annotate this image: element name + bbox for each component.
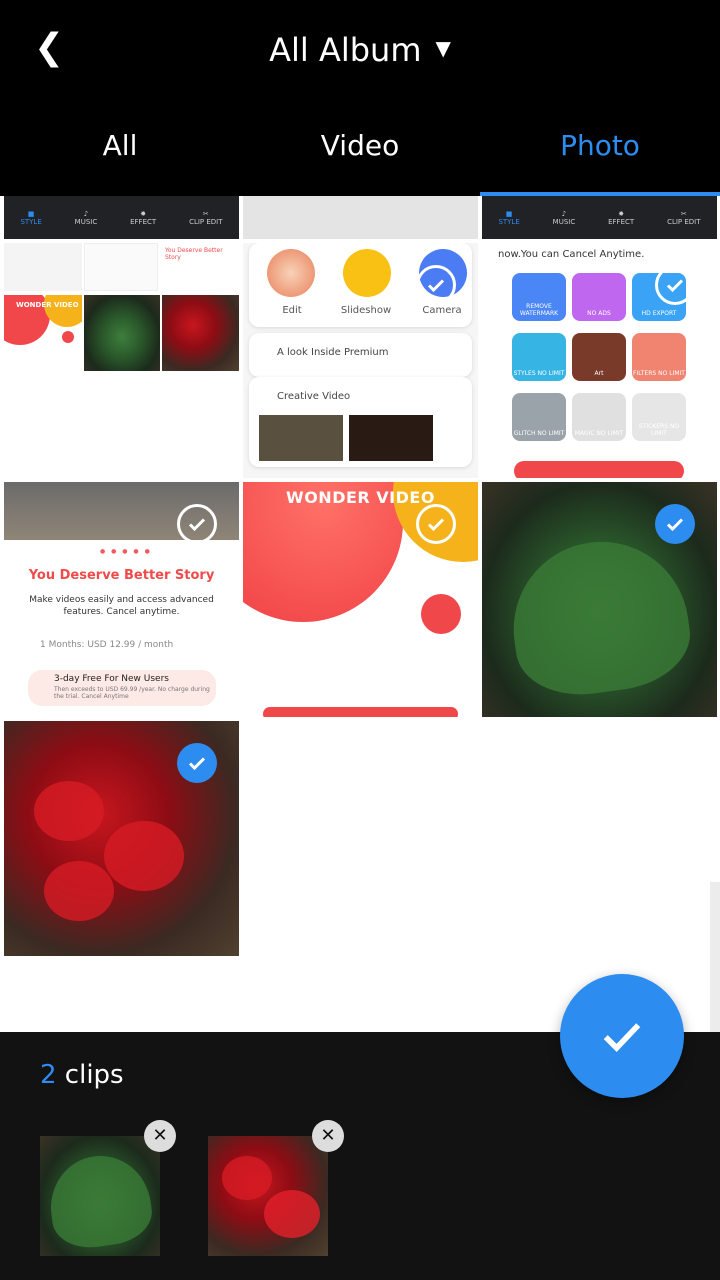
select-check-icon[interactable] bbox=[416, 504, 456, 544]
creative-video-preview: Creative Video bbox=[249, 377, 472, 467]
media-grid: ■ STYLE ♪ MUSIC ✸ EFFECT ✂ CLIP EDIT ■ STYLE ♪ MUS… bbox=[0, 196, 720, 1228]
media-thumbnail[interactable]: You Deserve Better Story WONDER VIDEO bbox=[4, 243, 239, 478]
plan-text: 1 Months: USD 12.99 / month bbox=[40, 640, 174, 650]
close-icon: ✕ bbox=[320, 1125, 336, 1146]
media-thumbnail[interactable]: WONDER VIDEO bbox=[243, 482, 478, 717]
caret-down-icon: ▼ bbox=[435, 36, 451, 60]
media-thumbnail[interactable]: Edit Slideshow Camera A look Inside Prem… bbox=[243, 243, 478, 478]
premium-row-preview: A look Inside Premium bbox=[249, 333, 472, 377]
remove-clip-button[interactable]: ✕ bbox=[312, 1120, 344, 1152]
close-icon: ✕ bbox=[152, 1125, 168, 1146]
media-type-tabs: All Video Photo bbox=[0, 120, 720, 196]
trial-box: 3-day Free For New Users Then exceeds to… bbox=[28, 670, 216, 706]
select-check-icon[interactable] bbox=[177, 504, 217, 544]
camera-label: Camera bbox=[422, 305, 462, 316]
wonder-video-title: WONDER VIDEO bbox=[286, 488, 435, 507]
media-thumbnail[interactable]: now.You can Cancel Anytime. REMOVE WATER… bbox=[482, 243, 717, 478]
media-thumbnail[interactable]: ■ STYLE ♪ MUSIC ✸ EFFECT ✂ CLIP EDIT bbox=[4, 196, 239, 239]
media-picker-screen: ❮ All Album ▼ All Video Photo ■ STYLE ♪ MUSI… bbox=[0, 0, 720, 1280]
album-selector[interactable]: All Album ▼ bbox=[0, 26, 720, 72]
slideshow-label: Slideshow bbox=[340, 305, 392, 316]
clips-count: 2 clips bbox=[40, 1060, 124, 1090]
media-thumbnail[interactable] bbox=[482, 482, 717, 717]
selected-check-icon[interactable] bbox=[655, 504, 695, 544]
edit-label: Edit bbox=[282, 305, 302, 316]
tab-video[interactable]: Video bbox=[240, 120, 480, 196]
app-tab-strip-preview: ■ STYLE ♪ MUSIC ✸ EFFECT ✂ CLIP EDIT bbox=[20, 209, 223, 226]
selected-check-icon[interactable] bbox=[177, 743, 217, 783]
select-check-icon[interactable] bbox=[655, 265, 695, 305]
media-thumbnail[interactable]: ● ● ● ● ● You Deserve Better Story Make … bbox=[4, 482, 239, 717]
top-bar: ❮ All Album ▼ All Video Photo bbox=[0, 0, 720, 196]
story-subtitle: Make videos easily and access advanced f… bbox=[29, 595, 214, 617]
confirm-button[interactable] bbox=[560, 974, 684, 1098]
tab-all[interactable]: All bbox=[0, 120, 240, 196]
premium-heading: now.You can Cancel Anytime. bbox=[498, 249, 645, 260]
remove-clip-button[interactable]: ✕ bbox=[144, 1120, 176, 1152]
album-title: All Album bbox=[269, 31, 422, 69]
media-thumbnail[interactable]: ■ STYLE ♪ MUSIC ✸ EFFECT ✂ CLIP EDIT bbox=[482, 196, 717, 239]
app-tab-strip-preview: ■ STYLE ♪ MUSIC ✸ EFFECT ✂ CLIP EDIT bbox=[498, 209, 701, 226]
carousel-dots: ● ● ● ● ● bbox=[100, 548, 152, 555]
media-thumbnail[interactable] bbox=[4, 721, 239, 956]
selected-clip-thumbnail[interactable]: ✕ bbox=[40, 1120, 176, 1256]
story-title: You Deserve Better Story bbox=[28, 568, 215, 583]
checkmark-icon bbox=[603, 1023, 641, 1052]
media-thumbnail[interactable] bbox=[243, 196, 478, 239]
tab-photo[interactable]: Photo bbox=[480, 120, 720, 196]
selected-clip-thumbnail[interactable]: ✕ bbox=[208, 1120, 344, 1256]
select-check-icon[interactable] bbox=[416, 265, 456, 305]
